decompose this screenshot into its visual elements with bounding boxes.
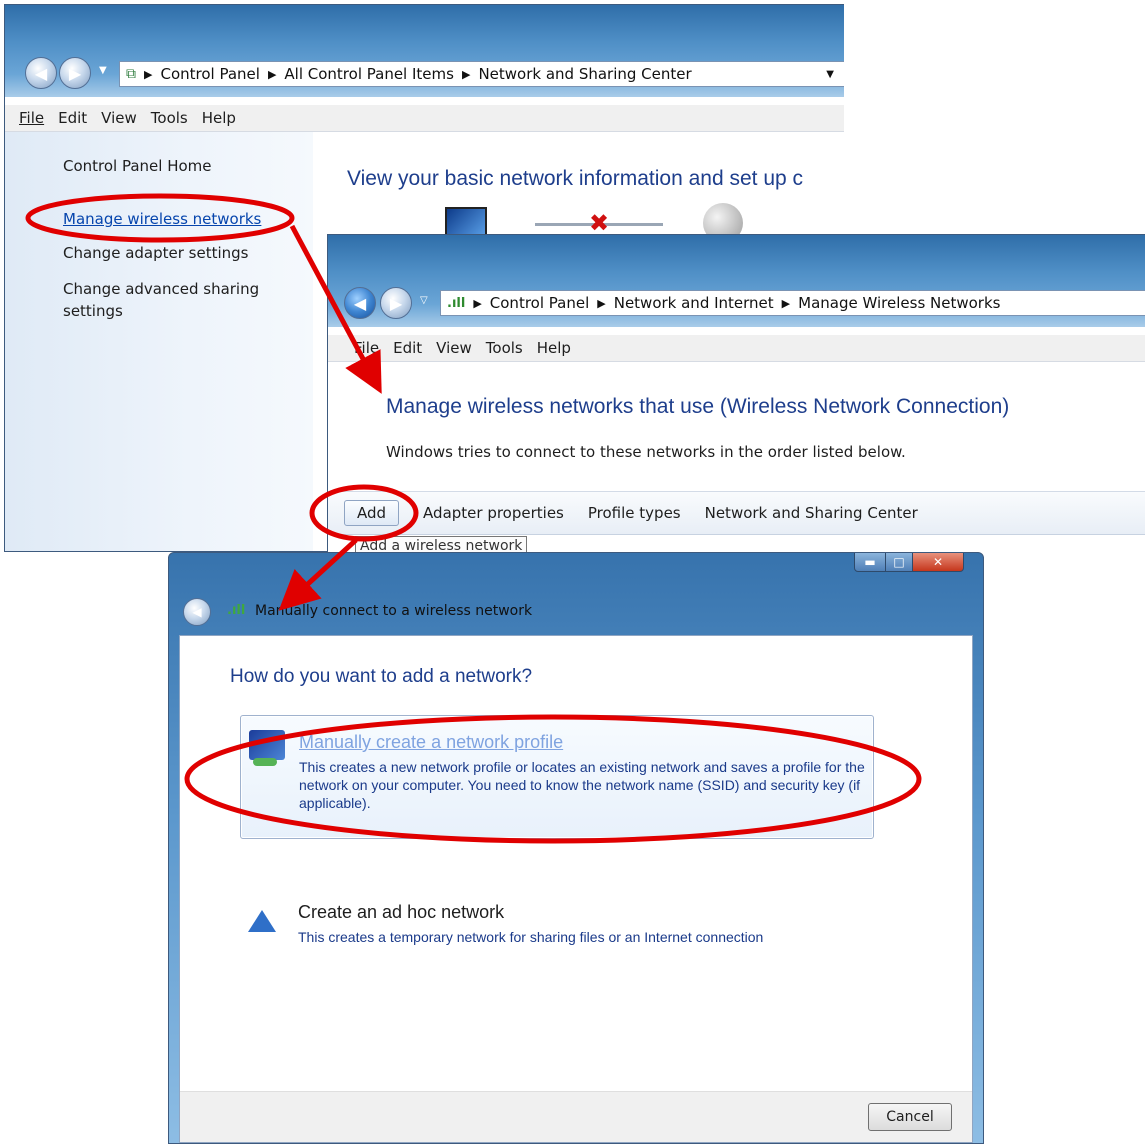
error-x-icon: ✖ [589,209,610,237]
sidebar-item-adapter[interactable]: Change adapter settings [63,244,249,262]
option-title: Manually create a network profile [299,732,564,752]
forward-button[interactable]: ▶ [59,57,91,89]
breadcrumb-item[interactable]: Control Panel [160,65,259,83]
close-button[interactable]: ✕ [912,553,964,572]
cable-icon [253,758,277,766]
cancel-button[interactable]: Cancel [868,1103,952,1131]
dialog-title: Manually connect to a wireless network [255,603,533,619]
minimize-button[interactable]: ▬ [854,553,886,572]
network-sharing-center-button[interactable]: Network and Sharing Center [705,504,918,522]
menu-bar: File Edit View Tools Help [328,335,1145,362]
add-button[interactable]: Add [344,500,400,526]
history-dropdown-icon[interactable]: ▼ [99,65,107,76]
profile-types-button[interactable]: Profile types [588,504,681,522]
network-icon: ⧉ [126,66,136,82]
adapter-properties-button[interactable]: Adapter properties [423,504,564,522]
menu-bar: File Edit View Tools Help [5,105,844,132]
command-bar: Add Adapter properties Profile types Net… [328,491,1145,535]
breadcrumb-item[interactable]: Network and Internet [614,294,774,312]
menu-help[interactable]: Help [202,109,236,127]
dialog-footer: Cancel [180,1091,972,1142]
sidebar: Control Panel Home Manage wireless netwo… [5,132,313,551]
menu-file[interactable]: File [354,339,379,357]
maximize-button[interactable]: □ [885,553,913,572]
ad-hoc-option[interactable]: Create an ad hoc network This creates a … [240,900,872,960]
back-button[interactable]: ◀ [25,57,57,89]
dialog-content: How do you want to add a network? Manual… [179,635,973,1143]
history-dropdown-icon[interactable]: ▽ [420,295,428,306]
breadcrumb-item[interactable]: Control Panel [490,294,589,312]
menu-view[interactable]: View [436,339,472,357]
option-description: This creates a new network profile or lo… [299,759,865,811]
menu-file[interactable]: File [19,109,44,127]
ad-hoc-network-icon [248,910,276,932]
sidebar-item-home[interactable]: Control Panel Home [63,157,212,175]
back-button[interactable]: ◀ [344,287,376,319]
option-description: This creates a temporary network for sha… [298,929,764,945]
manual-profile-option[interactable]: Manually create a network profile This c… [240,715,874,839]
back-button[interactable]: ◀ [183,598,211,626]
sidebar-item-label: Change advanced sharing [63,280,260,298]
manual-connect-dialog: ▬ □ ✕ ◀ .ıll Manually connect to a wirel… [168,552,984,1144]
page-subtext: Windows tries to connect to these networ… [386,443,906,461]
wireless-signal-icon: .ıll [447,295,466,311]
breadcrumb-item[interactable]: Manage Wireless Networks [798,294,1000,312]
chevron-down-icon[interactable]: ▼ [826,69,834,80]
menu-help[interactable]: Help [537,339,571,357]
sidebar-item-manage-wireless[interactable]: Manage wireless networks [63,210,261,228]
sidebar-item-advanced[interactable]: Change advanced sharing settings [63,278,259,322]
breadcrumb-item[interactable]: Network and Sharing Center [478,65,691,83]
address-bar[interactable]: .ıll ▶ Control Panel ▶ Network and Inter… [440,290,1145,316]
breadcrumb-item[interactable]: All Control Panel Items [284,65,454,83]
network-profile-icon [249,730,285,760]
wireless-signal-icon: .ıll [227,603,246,618]
forward-button[interactable]: ▶ [380,287,412,319]
manage-wireless-networks-window: ◀ ▶ ▽ .ıll ▶ Control Panel ▶ Network and… [327,234,1145,564]
page-title: View your basic network information and … [347,167,804,190]
option-title: Create an ad hoc network [298,902,505,922]
menu-edit[interactable]: Edit [393,339,422,357]
page-title: Manage wireless networks that use (Wirel… [386,395,1010,418]
menu-tools[interactable]: Tools [151,109,188,127]
menu-view[interactable]: View [101,109,137,127]
address-bar[interactable]: ⧉ ▶ Control Panel ▶ All Control Panel It… [119,61,844,87]
menu-edit[interactable]: Edit [58,109,87,127]
dialog-question: How do you want to add a network? [230,666,533,687]
menu-tools[interactable]: Tools [486,339,523,357]
sidebar-item-label: settings [63,302,123,320]
